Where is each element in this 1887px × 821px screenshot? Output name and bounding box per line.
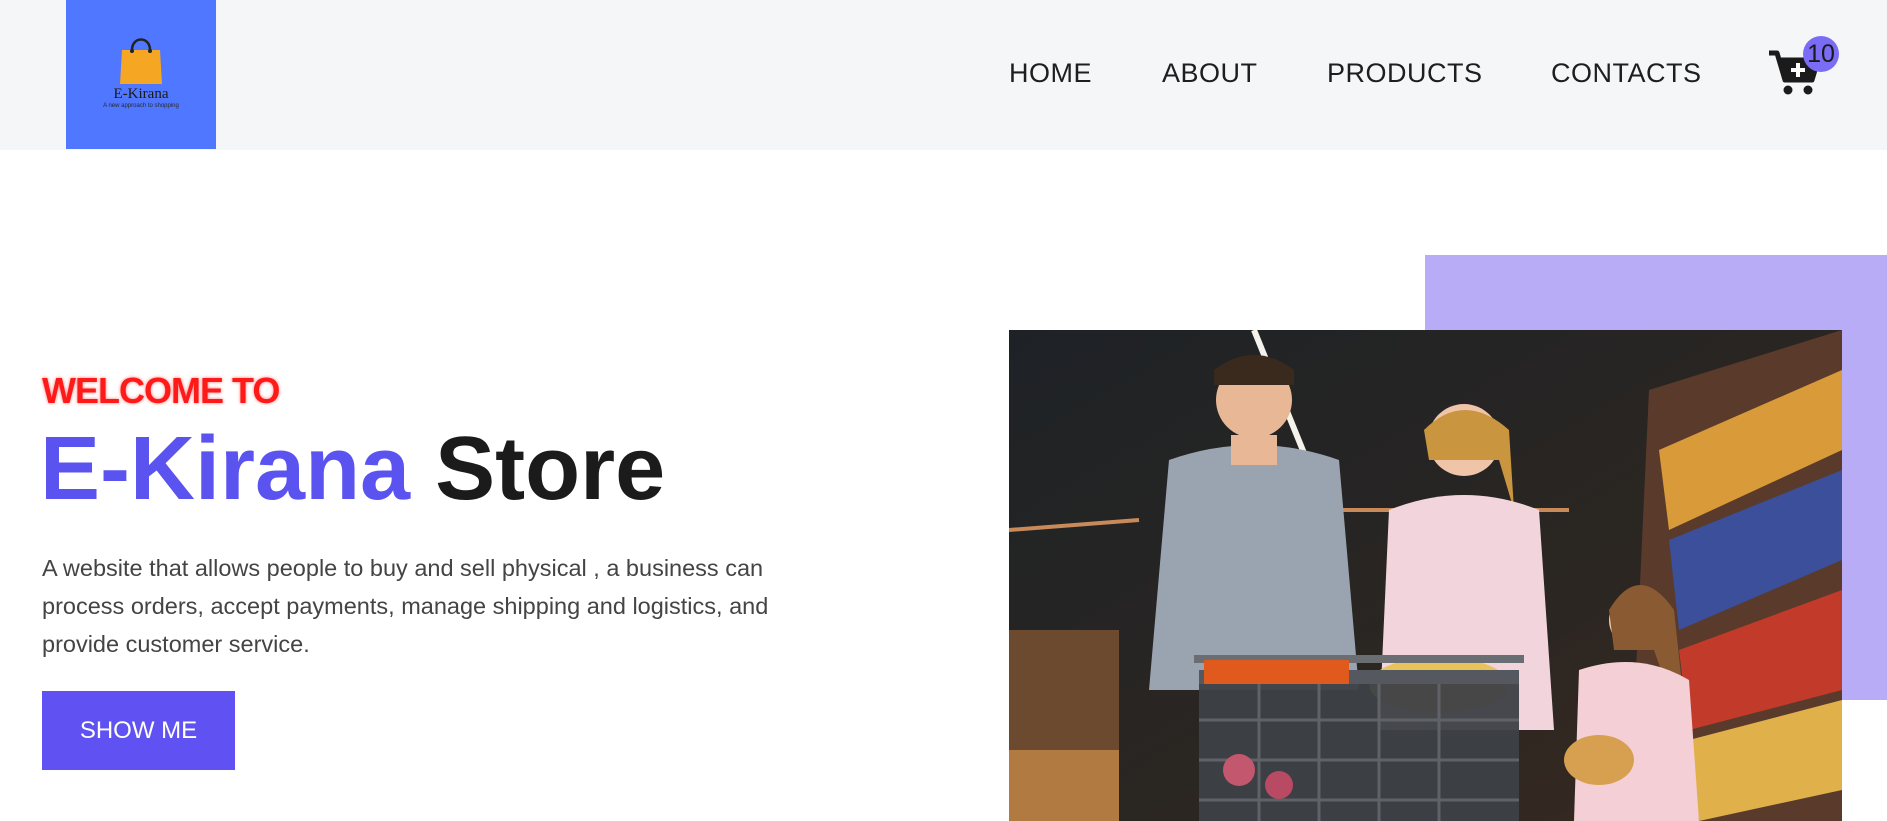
nav-products[interactable]: PRODUCTS	[1327, 58, 1483, 89]
welcome-heading: WELCOME TO	[42, 370, 280, 411]
nav-contacts[interactable]: CONTACTS	[1551, 58, 1702, 89]
show-me-button[interactable]: SHOW ME	[42, 691, 235, 770]
site-header: E-Kirana A new approach to shopping HOME…	[0, 0, 1887, 150]
hero-photo	[1009, 330, 1842, 821]
hero-title-brand: E-Kirana	[40, 419, 411, 519]
shopping-bag-icon	[120, 38, 162, 84]
cart-count-badge: 10	[1803, 36, 1839, 72]
hero-title-rest: Store	[435, 419, 666, 519]
nav-home[interactable]: HOME	[1009, 58, 1092, 89]
site-logo[interactable]: E-Kirana A new approach to shopping	[66, 0, 216, 149]
hero-title: E-Kirana Store	[40, 418, 665, 521]
logo-tagline: A new approach to shopping	[103, 103, 179, 109]
logo-name: E-Kirana	[113, 86, 169, 102]
nav-about[interactable]: ABOUT	[1162, 58, 1258, 89]
hero-description: A website that allows people to buy and …	[42, 555, 769, 657]
